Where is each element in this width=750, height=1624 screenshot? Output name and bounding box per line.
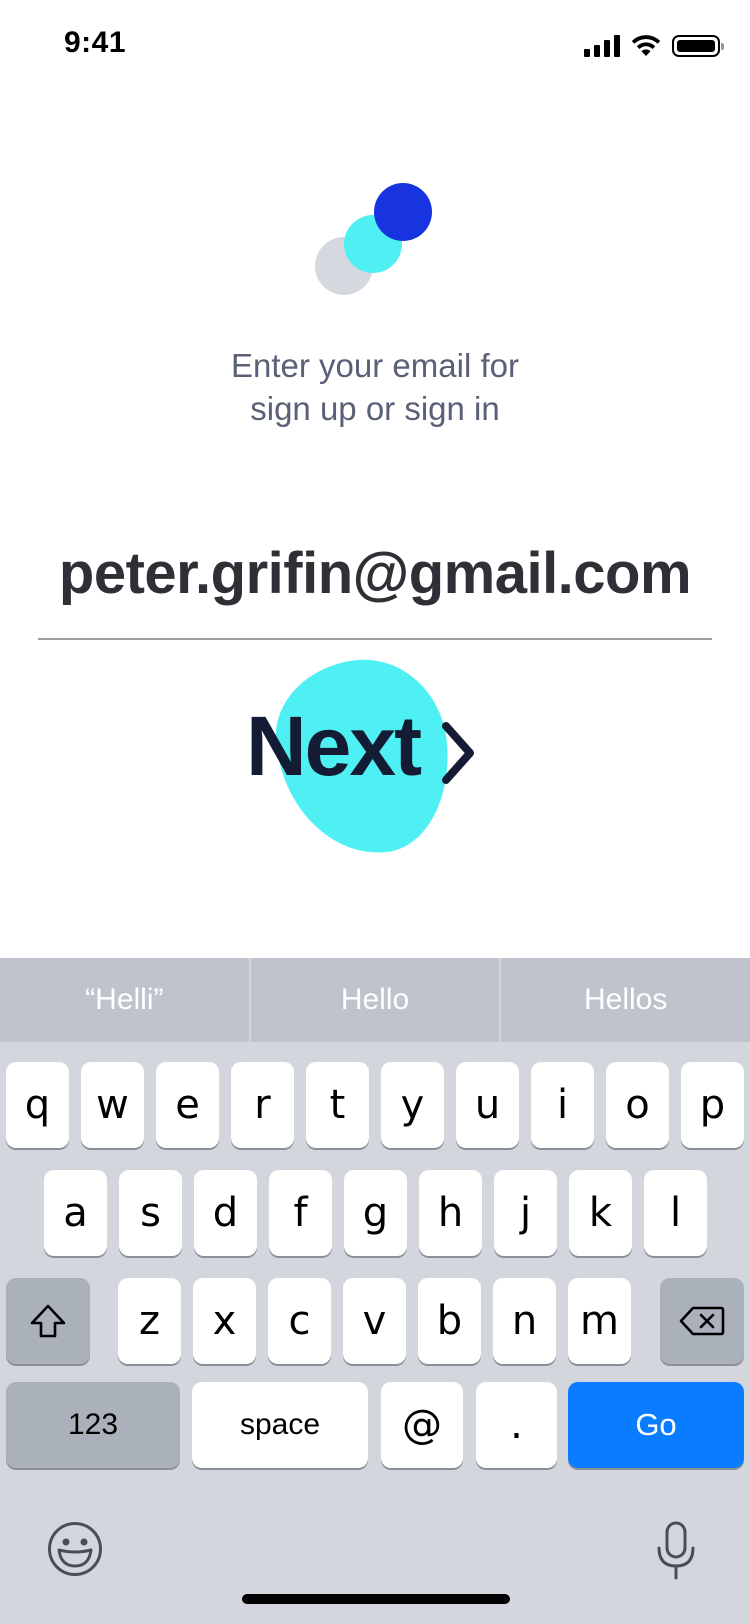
key-s[interactable]: s [119,1170,182,1256]
email-input-underline [38,638,712,640]
logo-dot-blue [374,183,432,241]
key-w[interactable]: w [81,1062,144,1148]
app-logo [310,180,440,310]
chevron-right-icon [442,722,474,784]
key-m[interactable]: m [568,1278,631,1364]
suggestion-bar: “Helli” Hello Hellos [0,958,750,1042]
space-key[interactable]: space [192,1382,368,1468]
emoji-icon[interactable] [46,1520,104,1578]
next-button[interactable]: Next [240,651,500,863]
key-o[interactable]: o [606,1062,669,1148]
key-t[interactable]: t [306,1062,369,1148]
key-c[interactable]: c [268,1278,331,1364]
key-r[interactable]: r [231,1062,294,1148]
key-i[interactable]: i [531,1062,594,1148]
key-z[interactable]: z [118,1278,181,1364]
key-n[interactable]: n [493,1278,556,1364]
home-indicator [242,1594,510,1604]
key-y[interactable]: y [381,1062,444,1148]
key-p[interactable]: p [681,1062,744,1148]
key-l[interactable]: l [644,1170,707,1256]
go-key[interactable]: Go [568,1382,744,1468]
instruction-text: Enter your email for sign up or sign in [0,344,750,430]
status-bar: 9:41 [0,0,750,92]
cellular-signal-icon [584,35,620,57]
key-e[interactable]: e [156,1062,219,1148]
key-j[interactable]: j [494,1170,557,1256]
microphone-icon[interactable] [654,1520,698,1582]
key-g[interactable]: g [344,1170,407,1256]
at-key[interactable]: @ [381,1382,463,1468]
instruction-line-2: sign up or sign in [250,390,500,427]
key-v[interactable]: v [343,1278,406,1364]
wifi-icon [631,35,661,56]
key-b[interactable]: b [418,1278,481,1364]
key-k[interactable]: k [569,1170,632,1256]
instruction-line-1: Enter your email for [231,347,519,384]
key-h[interactable]: h [419,1170,482,1256]
numbers-key[interactable]: 123 [6,1382,180,1468]
key-a[interactable]: a [44,1170,107,1256]
suggestion-hello[interactable]: Hello [251,958,502,1042]
key-u[interactable]: u [456,1062,519,1148]
status-time: 9:41 [64,26,127,59]
suggestion-helli[interactable]: “Helli” [0,958,251,1042]
backspace-icon [679,1306,725,1336]
next-button-label: Next [246,699,422,793]
key-f[interactable]: f [269,1170,332,1256]
email-input[interactable]: peter.grifin@gmail.com [38,540,712,607]
shift-key[interactable] [6,1278,90,1364]
key-d[interactable]: d [194,1170,257,1256]
shift-icon [30,1304,66,1338]
battery-icon [672,35,724,57]
keyboard: “Helli” Hello Hellos q w e r t y u i o p… [0,958,750,1624]
delete-key[interactable] [660,1278,744,1364]
status-icons [584,34,724,58]
suggestion-hellos[interactable]: Hellos [501,958,750,1042]
key-q[interactable]: q [6,1062,69,1148]
key-x[interactable]: x [193,1278,256,1364]
period-key[interactable]: . [476,1382,557,1468]
